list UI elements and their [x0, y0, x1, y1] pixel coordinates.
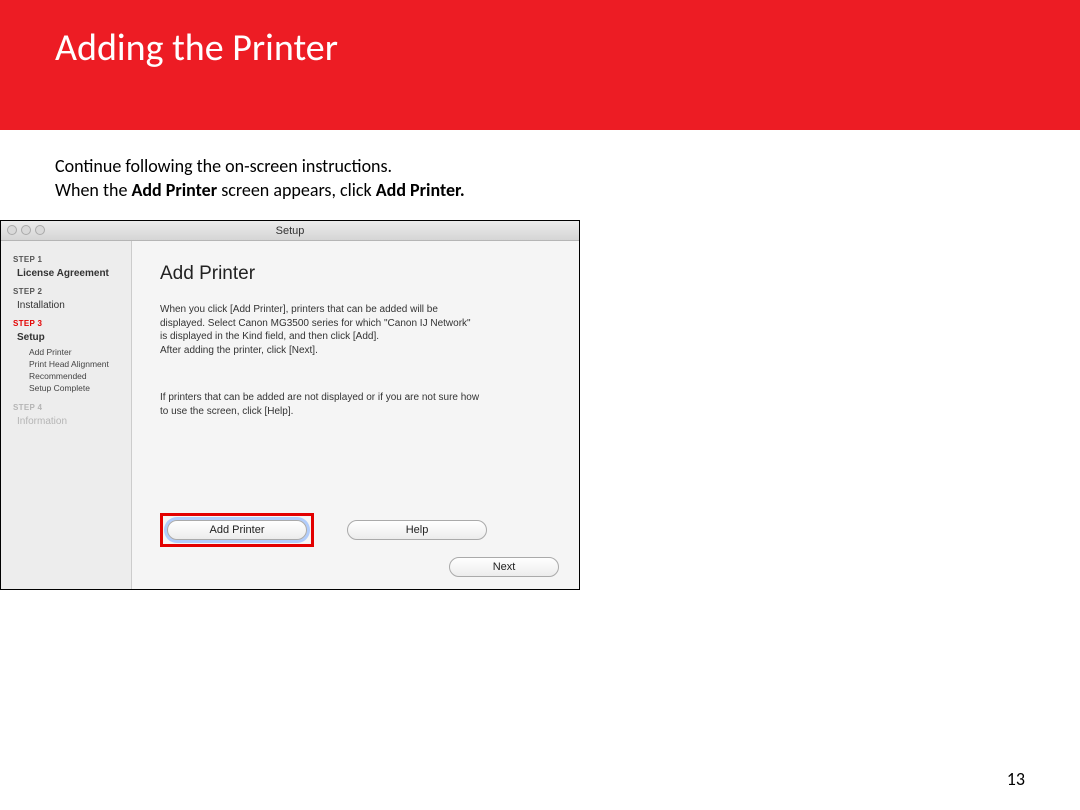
setup-sidebar: STEP 1 License Agreement STEP 2 Installa…: [1, 241, 131, 589]
substep-setup-complete: Setup Complete: [29, 383, 123, 395]
step1-label: STEP 1: [13, 255, 123, 264]
substep-print-head: Print Head Alignment Recommended: [29, 359, 123, 383]
panel-heading: Add Printer: [160, 263, 557, 285]
close-icon[interactable]: [7, 225, 17, 235]
step3-label: STEP 3: [13, 319, 123, 328]
add-printer-button[interactable]: Add Printer: [167, 520, 307, 540]
panel-para-2: If printers that can be added are not di…: [160, 391, 480, 418]
content-area: Continue following the on-screen instruc…: [0, 130, 1080, 810]
intro-bold-2: Add Printer.: [376, 179, 465, 201]
intro-mid: screen appears, click: [217, 179, 376, 201]
window-title: Setup: [276, 225, 305, 237]
step4-item: Information: [17, 416, 123, 427]
intro-line-1: Continue following the on-screen instruc…: [55, 155, 1025, 177]
step4-label: STEP 4: [13, 403, 123, 412]
zoom-icon[interactable]: [35, 225, 45, 235]
intro-line-2: When the Add Printer screen appears, cli…: [55, 179, 1025, 201]
intro-bold-1: Add Printer: [131, 179, 217, 201]
slide-title: Adding the Printer: [55, 25, 338, 71]
step3-item: Setup: [17, 332, 123, 343]
setup-window: Setup STEP 1 License Agreement STEP 2 In…: [0, 220, 580, 590]
window-titlebar: Setup: [1, 221, 579, 241]
panel-para-1: When you click [Add Printer], printers t…: [160, 303, 480, 357]
step3-substeps: Add Printer Print Head Alignment Recomme…: [29, 347, 123, 395]
highlight-box: Add Printer: [160, 513, 314, 547]
substep-add-printer: Add Printer: [29, 347, 123, 359]
traffic-lights: [7, 225, 45, 235]
step2-label: STEP 2: [13, 287, 123, 296]
step1-item: License Agreement: [17, 268, 123, 279]
help-button[interactable]: Help: [347, 520, 487, 540]
main-panel: Add Printer When you click [Add Printer]…: [131, 241, 579, 589]
step2-item: Installation: [17, 300, 123, 311]
page-number: 13: [1007, 768, 1025, 790]
next-button[interactable]: Next: [449, 557, 559, 577]
intro-pre: When the: [55, 179, 131, 201]
minimize-icon[interactable]: [21, 225, 31, 235]
